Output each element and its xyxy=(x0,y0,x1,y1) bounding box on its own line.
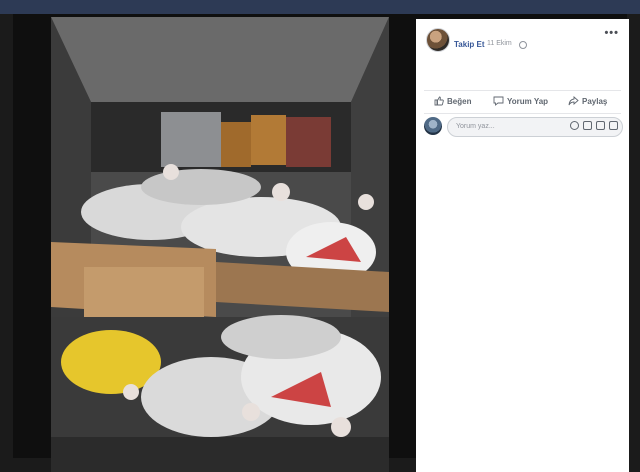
post-date[interactable]: 11 Ekim xyxy=(487,40,512,47)
camera-icon[interactable] xyxy=(583,121,592,130)
author-avatar[interactable] xyxy=(426,28,450,52)
comment-label: Yorum Yap xyxy=(507,96,549,106)
post-header: Takip Et 11 Ekim ••• xyxy=(416,19,629,59)
post-side-panel: Takip Et 11 Ekim ••• Beğen Yorum Yap Pay… xyxy=(416,19,629,472)
comment-placeholder: Yorum yaz... xyxy=(456,123,495,130)
share-label: Paylaş xyxy=(582,96,608,106)
like-button[interactable]: Beğen xyxy=(434,96,471,106)
comment-icon xyxy=(493,96,504,106)
comment-composer: Yorum yaz... xyxy=(424,117,623,137)
photo-image xyxy=(51,17,389,472)
follow-link[interactable]: Takip Et xyxy=(454,40,485,49)
comment-input[interactable]: Yorum yaz... xyxy=(447,117,623,137)
thumbs-up-icon xyxy=(434,96,444,106)
comment-button[interactable]: Yorum Yap xyxy=(493,96,548,106)
share-button[interactable]: Paylaş xyxy=(568,96,607,106)
sticker-icon[interactable] xyxy=(609,121,618,130)
post-actions-bar: Beğen Yorum Yap Paylaş xyxy=(424,90,621,114)
globe-icon xyxy=(519,41,527,49)
post-photo[interactable] xyxy=(51,17,389,472)
emoji-icon[interactable] xyxy=(570,121,579,130)
gif-icon[interactable] xyxy=(596,121,605,130)
top-navigation-bar xyxy=(0,0,640,14)
photo-lightbox: Takip Et 11 Ekim ••• Beğen Yorum Yap Pay… xyxy=(13,14,629,472)
ellipsis-icon[interactable]: ••• xyxy=(604,27,619,39)
share-icon xyxy=(568,96,579,106)
like-label: Beğen xyxy=(447,96,472,106)
comment-tools xyxy=(570,121,618,130)
current-user-avatar xyxy=(424,117,442,135)
